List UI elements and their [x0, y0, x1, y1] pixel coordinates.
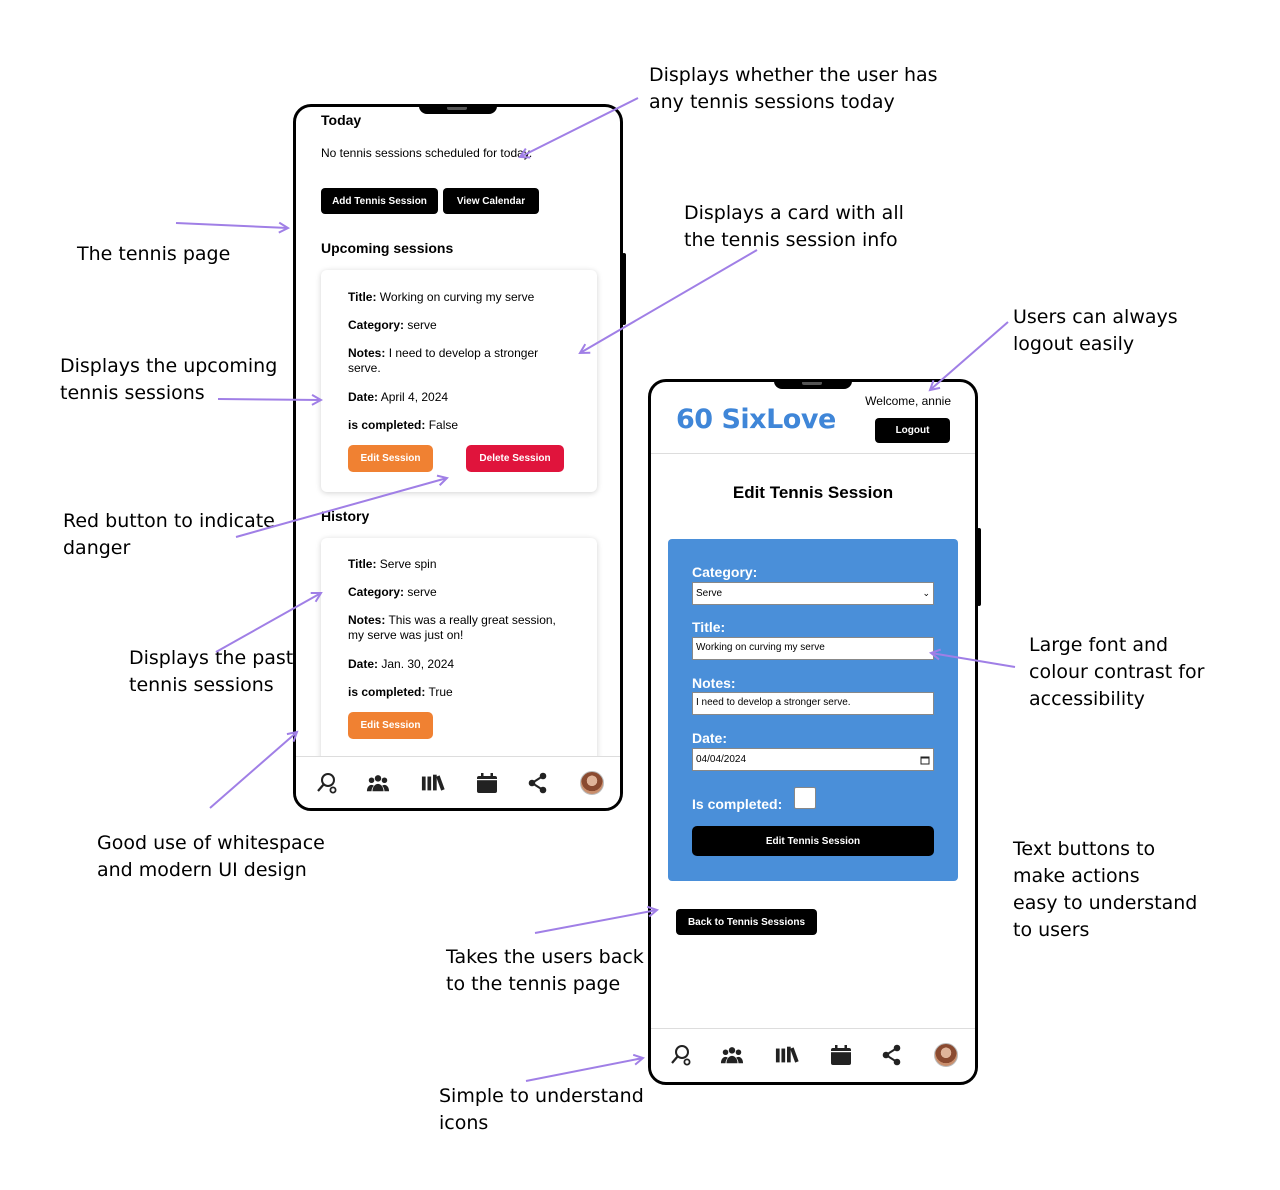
bottom-nav: [651, 1028, 975, 1080]
library-icon[interactable]: [421, 771, 445, 795]
racket-icon[interactable]: [669, 1043, 693, 1067]
logo-mark-icon: 60: [676, 404, 713, 435]
session-category-row: Category: serve: [348, 585, 437, 599]
share-icon[interactable]: [880, 1043, 904, 1067]
view-calendar-button[interactable]: View Calendar: [443, 188, 539, 214]
annotation-card-info: Displays a card with all the tennis sess…: [684, 202, 904, 251]
bottom-nav: [296, 756, 620, 808]
sixlove-logo[interactable]: 60 SixLove: [676, 404, 836, 435]
arrow-icons: [525, 1058, 643, 1082]
arrow-whitespace: [209, 732, 297, 809]
tennis-page-phone: Today No tennis sessions scheduled for t…: [293, 104, 623, 811]
upcoming-heading: Upcoming sessions: [321, 240, 454, 256]
calendar-icon[interactable]: [829, 1043, 853, 1067]
edit-session-button[interactable]: Edit Session: [348, 445, 433, 472]
edit-session-button[interactable]: Edit Session: [348, 712, 433, 739]
session-date-row: Date: Jan. 30, 2024: [348, 657, 455, 671]
edit-page-phone: 60 SixLove Welcome, annie Logout Edit Te…: [648, 379, 978, 1085]
library-icon[interactable]: [775, 1043, 799, 1067]
arrow-tennis-page: [175, 223, 288, 228]
notes-input[interactable]: I need to develop a stronger serve.: [692, 692, 934, 715]
logout-button[interactable]: Logout: [875, 418, 950, 443]
category-select[interactable]: Serve ⌄: [692, 582, 934, 605]
upcoming-session-card: Title: Working on curving my serve Categ…: [321, 270, 597, 492]
annotation-whitespace: Good use of whitespace and modern UI des…: [97, 832, 325, 881]
session-date-row: Date: April 4, 2024: [348, 390, 449, 404]
history-heading: History: [321, 508, 370, 524]
title-label: Title:: [692, 619, 726, 635]
calendar-picker-icon[interactable]: [920, 755, 930, 765]
today-message: No tennis sessions scheduled for today.: [321, 146, 533, 160]
welcome-text: Welcome, annie: [865, 394, 951, 408]
session-completed-row: is completed: True: [348, 685, 453, 699]
annotation-accessibility: Large font and colour contrast for acces…: [1029, 634, 1205, 710]
back-to-tennis-sessions-button[interactable]: Back to Tennis Sessions: [676, 909, 817, 935]
session-completed-row: is completed: False: [348, 418, 459, 432]
completed-checkbox[interactable]: [794, 787, 816, 809]
edit-tennis-session-submit[interactable]: Edit Tennis Session: [692, 826, 934, 856]
annotation-danger: Red button to indicate danger: [63, 510, 275, 559]
annotation-arrows: [175, 97, 1016, 1082]
date-input[interactable]: 04/04/2024: [692, 748, 934, 771]
chevron-down-icon: ⌄: [922, 588, 930, 598]
calendar-icon[interactable]: [475, 771, 499, 795]
annotation-sessions-today: Displays whether the user has any tennis…: [649, 64, 938, 113]
session-title-row: Title: Working on curving my serve: [348, 290, 535, 304]
profile-avatar[interactable]: [580, 771, 604, 795]
delete-session-button[interactable]: Delete Session: [466, 445, 564, 472]
racket-icon[interactable]: [315, 771, 339, 795]
session-category-row: Category: serve: [348, 318, 437, 332]
category-label: Category:: [692, 564, 758, 580]
annotation-logout: Users can always logout easily: [1013, 306, 1178, 355]
session-title-row: Title: Serve spin: [348, 557, 437, 571]
today-heading: Today: [321, 112, 362, 128]
session-notes-row: Notes: This was a really great session, …: [348, 613, 556, 642]
completed-label: Is completed:: [692, 796, 783, 812]
history-session-card: Title: Serve spin Category: serve Notes:…: [321, 538, 597, 768]
annotation-icons: Simple to understand icons: [439, 1085, 644, 1134]
notes-label: Notes:: [692, 675, 736, 691]
group-icon[interactable]: [720, 1043, 744, 1067]
arrow-back: [534, 910, 657, 934]
date-label: Date:: [692, 730, 728, 746]
add-tennis-session-button[interactable]: Add Tennis Session: [321, 188, 438, 214]
title-input[interactable]: Working on curving my serve: [692, 637, 934, 660]
annotation-upcoming: Displays the upcoming tennis sessions: [60, 355, 278, 404]
session-notes-row: Notes: I need to develop a stronger serv…: [348, 346, 539, 375]
group-icon[interactable]: [366, 771, 390, 795]
share-icon[interactable]: [526, 771, 550, 795]
profile-avatar[interactable]: [934, 1043, 958, 1067]
annotation-text-buttons: Text buttons to make actions easy to und…: [1013, 838, 1198, 941]
phone-notch: [419, 107, 497, 114]
annotation-back: Takes the users back to the tennis page: [446, 946, 644, 995]
edit-session-form: Category: Serve ⌄ Title: Working on curv…: [668, 539, 958, 881]
page-title: Edit Tennis Session: [732, 483, 894, 502]
annotation-past: Displays the past tennis sessions: [129, 647, 294, 696]
annotation-tennis-page: The tennis page: [77, 243, 231, 265]
app-header: 60 SixLove Welcome, annie Logout: [651, 382, 975, 454]
